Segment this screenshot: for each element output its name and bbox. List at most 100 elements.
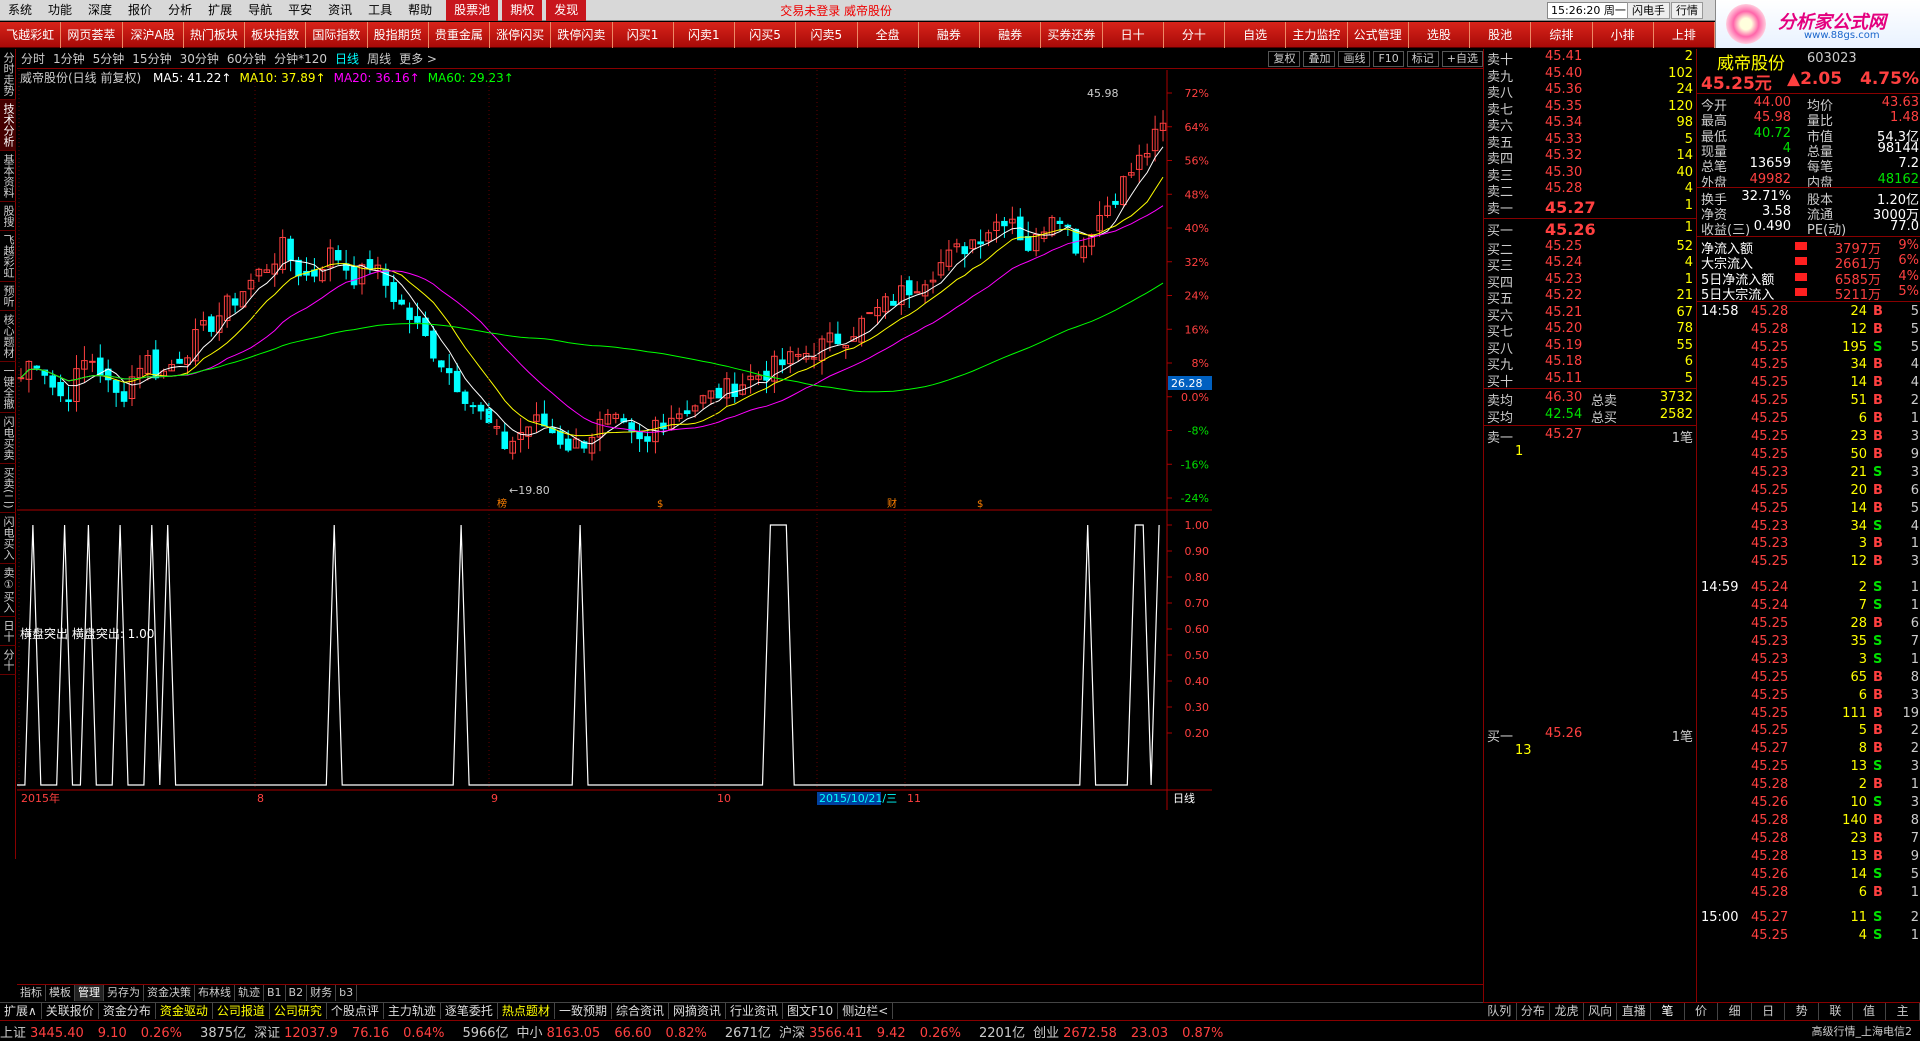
chart-tool-button[interactable]: +自选 [1441,50,1483,67]
quote-button[interactable]: 行情 [1671,2,1703,19]
chart-tool-button[interactable]: 叠加 [1303,50,1336,67]
left-tab[interactable]: 分十 [0,646,16,675]
news-tab[interactable]: 侧边栏< [838,1003,894,1019]
news-tab[interactable]: 关联报价 [42,1003,99,1019]
nav-item[interactable]: 涨停闪买 [490,21,552,48]
right-tab[interactable]: 直播 [1617,1003,1652,1020]
nav-item[interactable]: 买券还券 [1041,21,1103,48]
news-tab[interactable]: 公司研究 [270,1003,327,1019]
right-tab[interactable]: 龙虎 [1550,1003,1584,1020]
nav-item[interactable]: 闪卖5 [796,21,858,48]
menu-item[interactable]: 资讯 [320,0,360,21]
period-tab[interactable]: 更多 > [395,50,441,67]
left-tab[interactable]: 技术分析 [0,100,16,151]
nav-item[interactable]: 网页荟萃 [61,21,123,48]
index-item[interactable]: 深证 12037.9 76.16 0.64% 5966亿 [254,1022,508,1041]
news-tab[interactable]: 一致预期 [555,1003,612,1019]
menu-item[interactable]: 帮助 [400,0,440,21]
index-item[interactable]: 沪深 3566.41 9.42 0.26% 2201亿 [779,1022,1025,1041]
menu-item[interactable]: 深度 [80,0,120,21]
right-tab[interactable]: 主 [1886,1003,1920,1020]
left-tab[interactable]: 核心题材 [0,311,16,362]
left-tab[interactable]: 买卖(二) [0,464,16,513]
indicator-tab[interactable]: 布林线 [195,985,235,1001]
nav-item[interactable]: 深沪A股 [123,21,184,48]
left-tab[interactable]: 闪电买卖 [0,413,16,464]
left-tab[interactable]: 股搜 [0,202,16,231]
indicator-tab[interactable]: 轨迹 [235,985,264,1001]
right-tab[interactable]: 联 [1819,1003,1853,1020]
period-tab[interactable]: 1分钟 [49,50,89,67]
indicator-tab[interactable]: b3 [336,985,358,1001]
news-tab[interactable]: 资金分布 [99,1003,156,1019]
menu-item[interactable]: 报价 [120,0,160,21]
kline-chart[interactable]: 72% 64% 56% 48% 40% 32% 24% 16% 8% 0.0% -8% -16% -24… [17,70,1483,984]
indicator-tab[interactable]: 资金决策 [144,985,195,1001]
right-tab[interactable]: 价 [1685,1003,1719,1020]
menu-highlight-item[interactable]: 期权 [502,0,543,21]
menu-item[interactable]: 导航 [240,0,280,21]
news-tab[interactable]: 图文F10 [783,1003,839,1019]
nav-item[interactable]: 贵重金属 [429,21,490,48]
nav-item[interactable]: 融券 [919,21,980,48]
period-tab[interactable]: 分时 [17,50,49,67]
period-tab[interactable]: 日线 [331,50,363,67]
nav-item[interactable]: 上排 [1654,21,1715,48]
indicator-tab[interactable]: 管理 [75,985,104,1001]
chart-tool-button[interactable]: 标记 [1406,50,1439,67]
right-tab[interactable]: 势 [1785,1003,1820,1020]
menu-item[interactable]: 扩展 [200,0,240,21]
left-tab[interactable]: 预听 [0,282,16,311]
period-tab[interactable]: 分钟*120 [270,50,331,67]
menu-item[interactable]: 平安 [280,0,320,21]
news-tab[interactable]: 资金驱动 [156,1003,213,1019]
right-tab[interactable]: 日 [1752,1003,1786,1020]
news-tab[interactable]: 个股点评 [327,1003,384,1019]
period-tab[interactable]: 5分钟 [89,50,129,67]
indicator-tab[interactable]: 财务 [307,985,337,1001]
period-tab[interactable]: 周线 [363,50,395,67]
nav-item[interactable]: 自选 [1225,21,1287,48]
right-tab[interactable]: 细 [1718,1003,1752,1020]
period-tab[interactable]: 30分钟 [176,50,223,67]
menu-item[interactable]: 分析 [160,0,200,21]
chart-tool-button[interactable]: 复权 [1268,50,1301,67]
nav-item[interactable]: 闪买5 [735,21,797,48]
nav-item[interactable]: 选股 [1409,21,1470,48]
menu-highlight-item[interactable]: 股票池 [446,0,499,21]
index-item[interactable]: 创业 2672.58 23.03 0.87% [1033,1022,1223,1041]
news-tab[interactable]: 扩展∧ [0,1003,42,1019]
index-item[interactable]: 中小 8163.05 66.60 0.82% 2671亿 [517,1022,771,1041]
period-tab[interactable]: 15分钟 [128,50,175,67]
nav-item[interactable]: 分十 [1164,21,1225,48]
nav-item[interactable]: 综排 [1531,21,1593,48]
nav-item[interactable]: 国际指数 [306,21,368,48]
left-tab[interactable]: 日十 [0,617,16,646]
flash-trade-button[interactable]: 闪电手 [1627,2,1670,19]
news-tab[interactable]: 行业资讯 [726,1003,783,1019]
news-tab[interactable]: 逐笔委托 [441,1003,498,1019]
news-tab[interactable]: 公司报道 [213,1003,270,1019]
index-item[interactable]: 上证 3445.40 9.10 0.26% 3875亿 [0,1022,246,1041]
nav-item[interactable]: 股池 [1470,21,1532,48]
nav-item[interactable]: 股指期货 [368,21,429,48]
nav-item[interactable]: 闪买1 [613,21,674,48]
left-tab[interactable]: 基本资料 [0,151,16,202]
menu-item[interactable]: 工具 [360,0,400,21]
nav-item[interactable]: 融券 [980,21,1042,48]
left-tab[interactable]: 卖①买入 [0,564,16,617]
news-tab[interactable]: 网摘资讯 [669,1003,726,1019]
nav-item[interactable]: 闪卖1 [674,21,735,48]
news-tab[interactable]: 热点题材 [498,1003,555,1019]
left-tab[interactable]: 飞越彩虹 [0,231,16,282]
left-tab[interactable]: 闪电买入 [0,513,16,564]
nav-item[interactable]: 飞越彩虹 [0,21,62,48]
menu-highlight-item[interactable]: 发现 [546,0,587,21]
nav-item[interactable]: 日十 [1103,21,1164,48]
chart-tool-button[interactable]: F10 [1373,50,1404,67]
indicator-tab[interactable]: B1 [264,985,286,1001]
period-tab[interactable]: 60分钟 [223,50,270,67]
nav-item[interactable]: 公式管理 [1348,21,1409,48]
right-tab[interactable]: 分布 [1517,1003,1551,1020]
nav-item[interactable]: 小排 [1593,21,1654,48]
